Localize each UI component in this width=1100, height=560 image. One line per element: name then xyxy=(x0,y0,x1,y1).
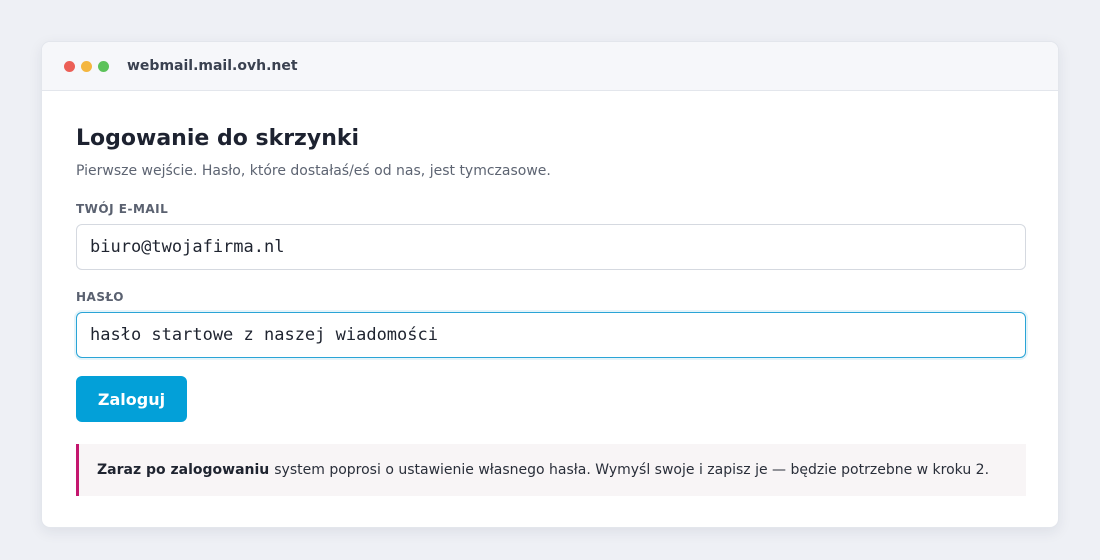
password-label: HASŁO xyxy=(76,290,124,304)
notice-bold-text: Zaraz po zalogowaniu xyxy=(97,462,270,478)
page-subtitle: Pierwsze wejście. Hasło, które dostałaś/… xyxy=(76,163,551,179)
notice-text: system poprosi o ustawienie własnego has… xyxy=(274,462,990,478)
email-input[interactable]: biuro@twojafirma.nl xyxy=(76,224,1026,270)
login-form: Logowanie do skrzynki Pierwsze wejście. … xyxy=(42,91,1058,496)
close-window-dot[interactable] xyxy=(64,60,75,72)
window-titlebar: webmail.mail.ovh.net xyxy=(42,42,1058,91)
login-button[interactable]: Zaloguj xyxy=(76,376,187,422)
password-notice: Zaraz po zalogowaniu system poprosi o us… xyxy=(76,444,1026,496)
email-label: TWÓJ E-MAIL xyxy=(76,202,169,216)
page-title: Logowanie do skrzynki xyxy=(76,126,360,151)
password-input[interactable]: hasło startowe z naszej wiadomości xyxy=(76,312,1026,358)
browser-window: webmail.mail.ovh.net Logowanie do skrzyn… xyxy=(41,41,1059,528)
minimize-window-dot[interactable] xyxy=(81,60,92,72)
maximize-window-dot[interactable] xyxy=(98,60,109,72)
window-url: webmail.mail.ovh.net xyxy=(127,58,298,74)
